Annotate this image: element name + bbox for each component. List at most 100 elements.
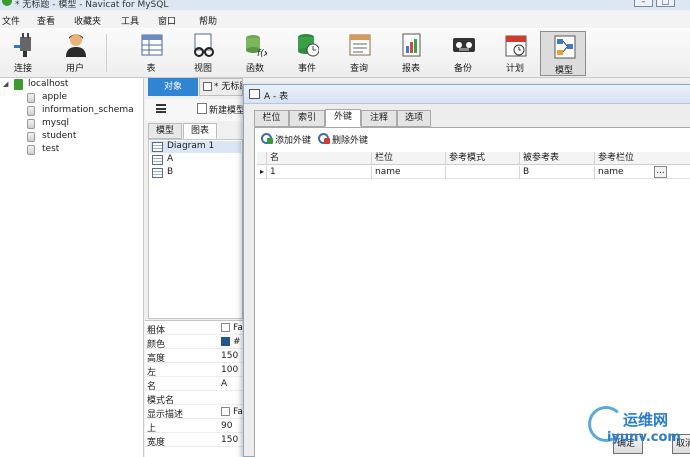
prop-color[interactable]: 颜色 # xyxy=(145,335,243,350)
menu-icon[interactable] xyxy=(156,104,166,113)
tab-model[interactable]: 模型 xyxy=(148,123,182,139)
prop-value: 100 xyxy=(221,365,239,375)
connection-label: localhost xyxy=(28,79,69,89)
backup-button[interactable]: 备份 xyxy=(440,30,486,75)
cell-ref-field[interactable]: name xyxy=(595,166,651,179)
connect-button[interactable]: 连接 xyxy=(0,30,46,75)
menu-tools[interactable]: 工具 xyxy=(121,14,139,27)
database-icon xyxy=(27,93,35,103)
plug-icon xyxy=(14,33,31,57)
database-label: test xyxy=(42,144,60,154)
user-button[interactable]: 用户 xyxy=(52,30,98,75)
table-design-icon xyxy=(249,89,260,99)
watermark-text-cn: 运维网 xyxy=(623,411,669,429)
menu-help[interactable]: 帮助 xyxy=(199,14,217,27)
database-apple[interactable]: apple xyxy=(0,91,144,104)
database-mysql[interactable]: mysql xyxy=(0,117,144,130)
cell-ref-table[interactable]: B xyxy=(520,166,595,179)
diagram-label: Diagram 1 xyxy=(167,141,215,151)
object-panel: 对象 * 无标题 新建模型 模型 图表 Diagram 1 A B 粗体Fa 颜… xyxy=(145,78,245,457)
tab-comment[interactable]: 注释 xyxy=(361,110,397,127)
expand-arrow-icon[interactable]: ◢ xyxy=(3,80,8,88)
user-icon xyxy=(66,34,86,57)
header-ref-schema[interactable]: 参考模式 xyxy=(446,152,520,165)
cell-field[interactable]: name xyxy=(372,166,446,179)
model-button[interactable]: 模型 xyxy=(540,31,586,76)
menu-view[interactable]: 查看 xyxy=(37,14,55,27)
color-swatch[interactable] xyxy=(221,337,230,346)
cell-name[interactable]: 1 xyxy=(267,166,372,179)
title-bar: * 无标题 - 模型 - Navicat for MySQL – □ xyxy=(0,0,690,10)
maximize-button[interactable]: □ xyxy=(656,0,675,7)
plus-badge-icon xyxy=(267,138,273,144)
tab-diagram[interactable]: 图表 xyxy=(183,123,217,139)
table-row[interactable]: ▸ 1 name B name ... xyxy=(257,166,690,179)
prop-width[interactable]: 宽度 150 xyxy=(145,433,243,448)
ellipsis-button[interactable]: ... xyxy=(654,166,667,178)
new-model-label: 新建模型 xyxy=(209,106,246,116)
backup-label: 备份 xyxy=(453,64,472,74)
database-label: student xyxy=(42,131,77,141)
dialog-title-bar[interactable]: A - 表 xyxy=(244,85,690,104)
query-button[interactable]: 查询 xyxy=(336,30,382,75)
header-field[interactable]: 栏位 xyxy=(372,152,446,165)
minimize-button[interactable]: – xyxy=(634,0,653,7)
add-foreign-key-button[interactable]: 添加外键 xyxy=(261,133,311,146)
database-icon xyxy=(27,145,35,155)
table-label: B xyxy=(167,167,174,177)
prop-bold[interactable]: 粗体 Fa xyxy=(145,321,243,336)
delete-foreign-key-button[interactable]: 删除外键 xyxy=(318,133,368,146)
database-test[interactable]: test xyxy=(0,143,144,156)
prop-value: Fa xyxy=(233,407,243,417)
connect-label: 连接 xyxy=(13,64,32,74)
tab-foreign-keys[interactable]: 外键 xyxy=(325,109,361,127)
connection-localhost[interactable]: ◢ localhost xyxy=(0,78,144,91)
database-student[interactable]: student xyxy=(0,130,144,143)
report-button[interactable]: 报表 xyxy=(388,30,434,75)
report-icon xyxy=(402,33,421,57)
database-icon xyxy=(27,132,35,142)
prop-show-description[interactable]: 显示描述 Fa xyxy=(145,405,243,420)
prop-top[interactable]: 上 90 xyxy=(145,419,243,434)
query-icon xyxy=(349,34,371,56)
database-information-schema[interactable]: information_schema xyxy=(0,104,144,117)
prop-value: 150 xyxy=(221,435,239,445)
function-label: 函数 xyxy=(245,64,264,74)
tree-item-table-a[interactable]: A xyxy=(150,154,241,166)
prop-left[interactable]: 左 100 xyxy=(145,363,243,378)
schedule-button[interactable]: 计划 xyxy=(492,30,538,75)
tab-indexes[interactable]: 索引 xyxy=(289,110,325,127)
header-name[interactable]: 名 xyxy=(267,152,372,165)
model-toolbar: 新建模型 xyxy=(145,99,245,121)
tree-item-diagram[interactable]: Diagram 1 xyxy=(150,141,241,153)
database-label: mysql xyxy=(42,118,69,128)
table-button[interactable]: 表 xyxy=(128,30,174,75)
view-button[interactable]: 视图 xyxy=(180,30,226,75)
minus-badge-icon xyxy=(324,138,330,144)
tree-item-table-b[interactable]: B xyxy=(150,167,241,179)
prop-schema-name[interactable]: 模式名 xyxy=(145,391,243,406)
table-icon xyxy=(152,155,163,165)
tab-untitled-model[interactable]: * 无标题 xyxy=(199,78,243,96)
menu-window[interactable]: 窗口 xyxy=(158,14,176,27)
database-icon xyxy=(27,106,35,116)
prop-value: 150 xyxy=(221,351,239,361)
checkbox[interactable] xyxy=(221,407,230,416)
checkbox[interactable] xyxy=(221,323,230,332)
prop-name[interactable]: 名A xyxy=(145,377,243,392)
new-model-button[interactable]: 新建模型 xyxy=(197,103,245,116)
cell-ref-schema[interactable] xyxy=(446,166,520,179)
schedule-label: 计划 xyxy=(505,64,524,74)
prop-height[interactable]: 高度 150 xyxy=(145,349,243,364)
tab-fields[interactable]: 栏位 xyxy=(254,110,289,127)
function-button[interactable]: f(x) 函数 xyxy=(232,30,278,75)
tab-objects[interactable]: 对象 xyxy=(148,78,198,96)
header-ref-field[interactable]: 参考栏位 xyxy=(595,152,690,165)
menu-favorites[interactable]: 收藏夹 xyxy=(74,14,101,27)
user-label: 用户 xyxy=(65,64,84,74)
tab-options[interactable]: 选项 xyxy=(397,110,431,127)
row-marker-cell: ▸ xyxy=(257,166,267,179)
menu-file[interactable]: 文件 xyxy=(2,14,20,27)
event-button[interactable]: 事件 xyxy=(284,30,330,75)
header-ref-table[interactable]: 被参考表 xyxy=(520,152,595,165)
